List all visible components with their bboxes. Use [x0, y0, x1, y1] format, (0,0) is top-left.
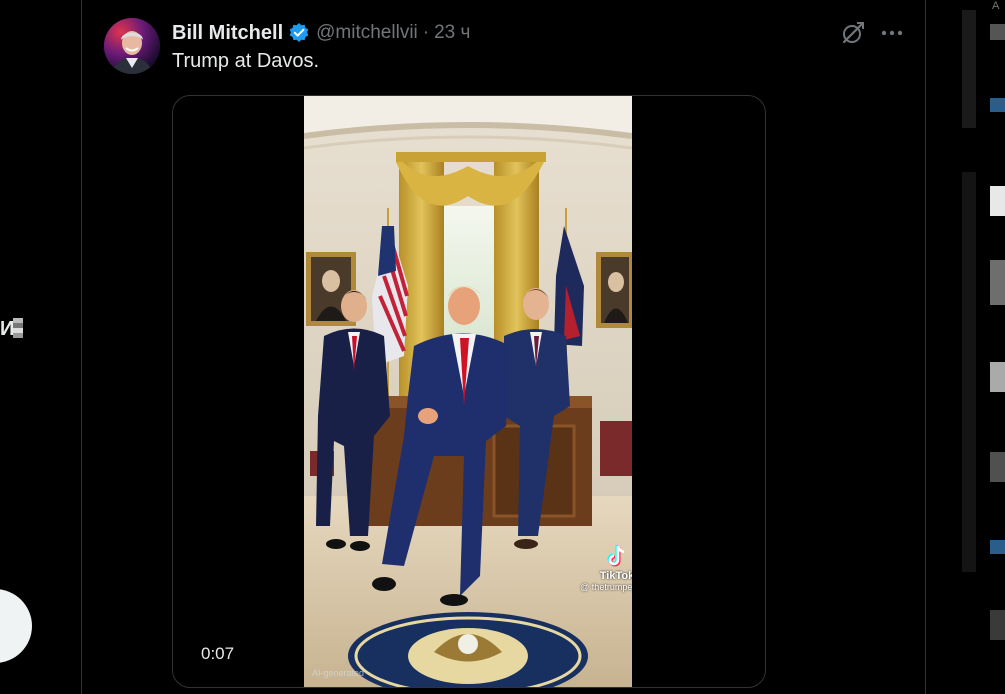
pixelated-block — [990, 260, 1005, 305]
left-nav-label-text: И — [0, 318, 14, 340]
page: И Bill Mitchell @mitchellvii · 23 ч Trum… — [0, 0, 1005, 694]
tweet-text: Trump at Davos. — [172, 50, 320, 72]
video-player[interactable]: TikTok @ thetrumpers AI-generated — [304, 96, 632, 687]
left-nav-label[interactable]: И — [0, 318, 24, 341]
separator-dot: · — [422, 22, 430, 43]
pixelated-block — [962, 172, 976, 572]
pixelated-block — [990, 24, 1005, 40]
tiktok-brand: TikTok — [599, 570, 632, 582]
tweet-header: Bill Mitchell @mitchellvii · 23 ч — [172, 20, 470, 46]
right-sidebar-partial-label: А — [992, 0, 1000, 12]
pixelated-block — [962, 10, 976, 128]
pixelated-block — [990, 610, 1005, 640]
pixelated-block — [990, 362, 1005, 392]
pixelated-block — [990, 540, 1005, 554]
avatar-photo — [104, 18, 160, 74]
left-nav: И — [0, 0, 80, 694]
tweet-timestamp[interactable]: 23 ч — [434, 22, 470, 44]
video-frame-image — [304, 96, 632, 687]
tiktok-watermark: TikTok @ thetrumpers — [580, 544, 632, 592]
media-card[interactable]: TikTok @ thetrumpers AI-generated 0:07 — [172, 95, 766, 688]
tiktok-username: @ thetrumpers — [580, 582, 632, 592]
post-button[interactable] — [0, 589, 32, 663]
tiktok-icon — [607, 545, 625, 567]
author-name[interactable]: Bill Mitchell — [172, 22, 283, 45]
more-options-icon[interactable] — [877, 20, 907, 46]
tweet[interactable]: Bill Mitchell @mitchellvii · 23 ч Trump … — [82, 0, 925, 694]
pixelated-block — [990, 98, 1005, 112]
author-handle[interactable]: @mitchellvii — [316, 22, 418, 44]
pixelated-block — [990, 186, 1005, 216]
ai-generated-label: AI-generated — [312, 668, 365, 678]
author-avatar[interactable] — [104, 18, 160, 74]
video-duration: 0:07 — [201, 644, 235, 663]
pixelated-text — [13, 318, 24, 338]
pixelated-block — [990, 452, 1005, 482]
right-sidebar — [926, 0, 1005, 694]
verified-badge-icon[interactable] — [288, 22, 310, 44]
grok-icon[interactable] — [840, 20, 866, 46]
